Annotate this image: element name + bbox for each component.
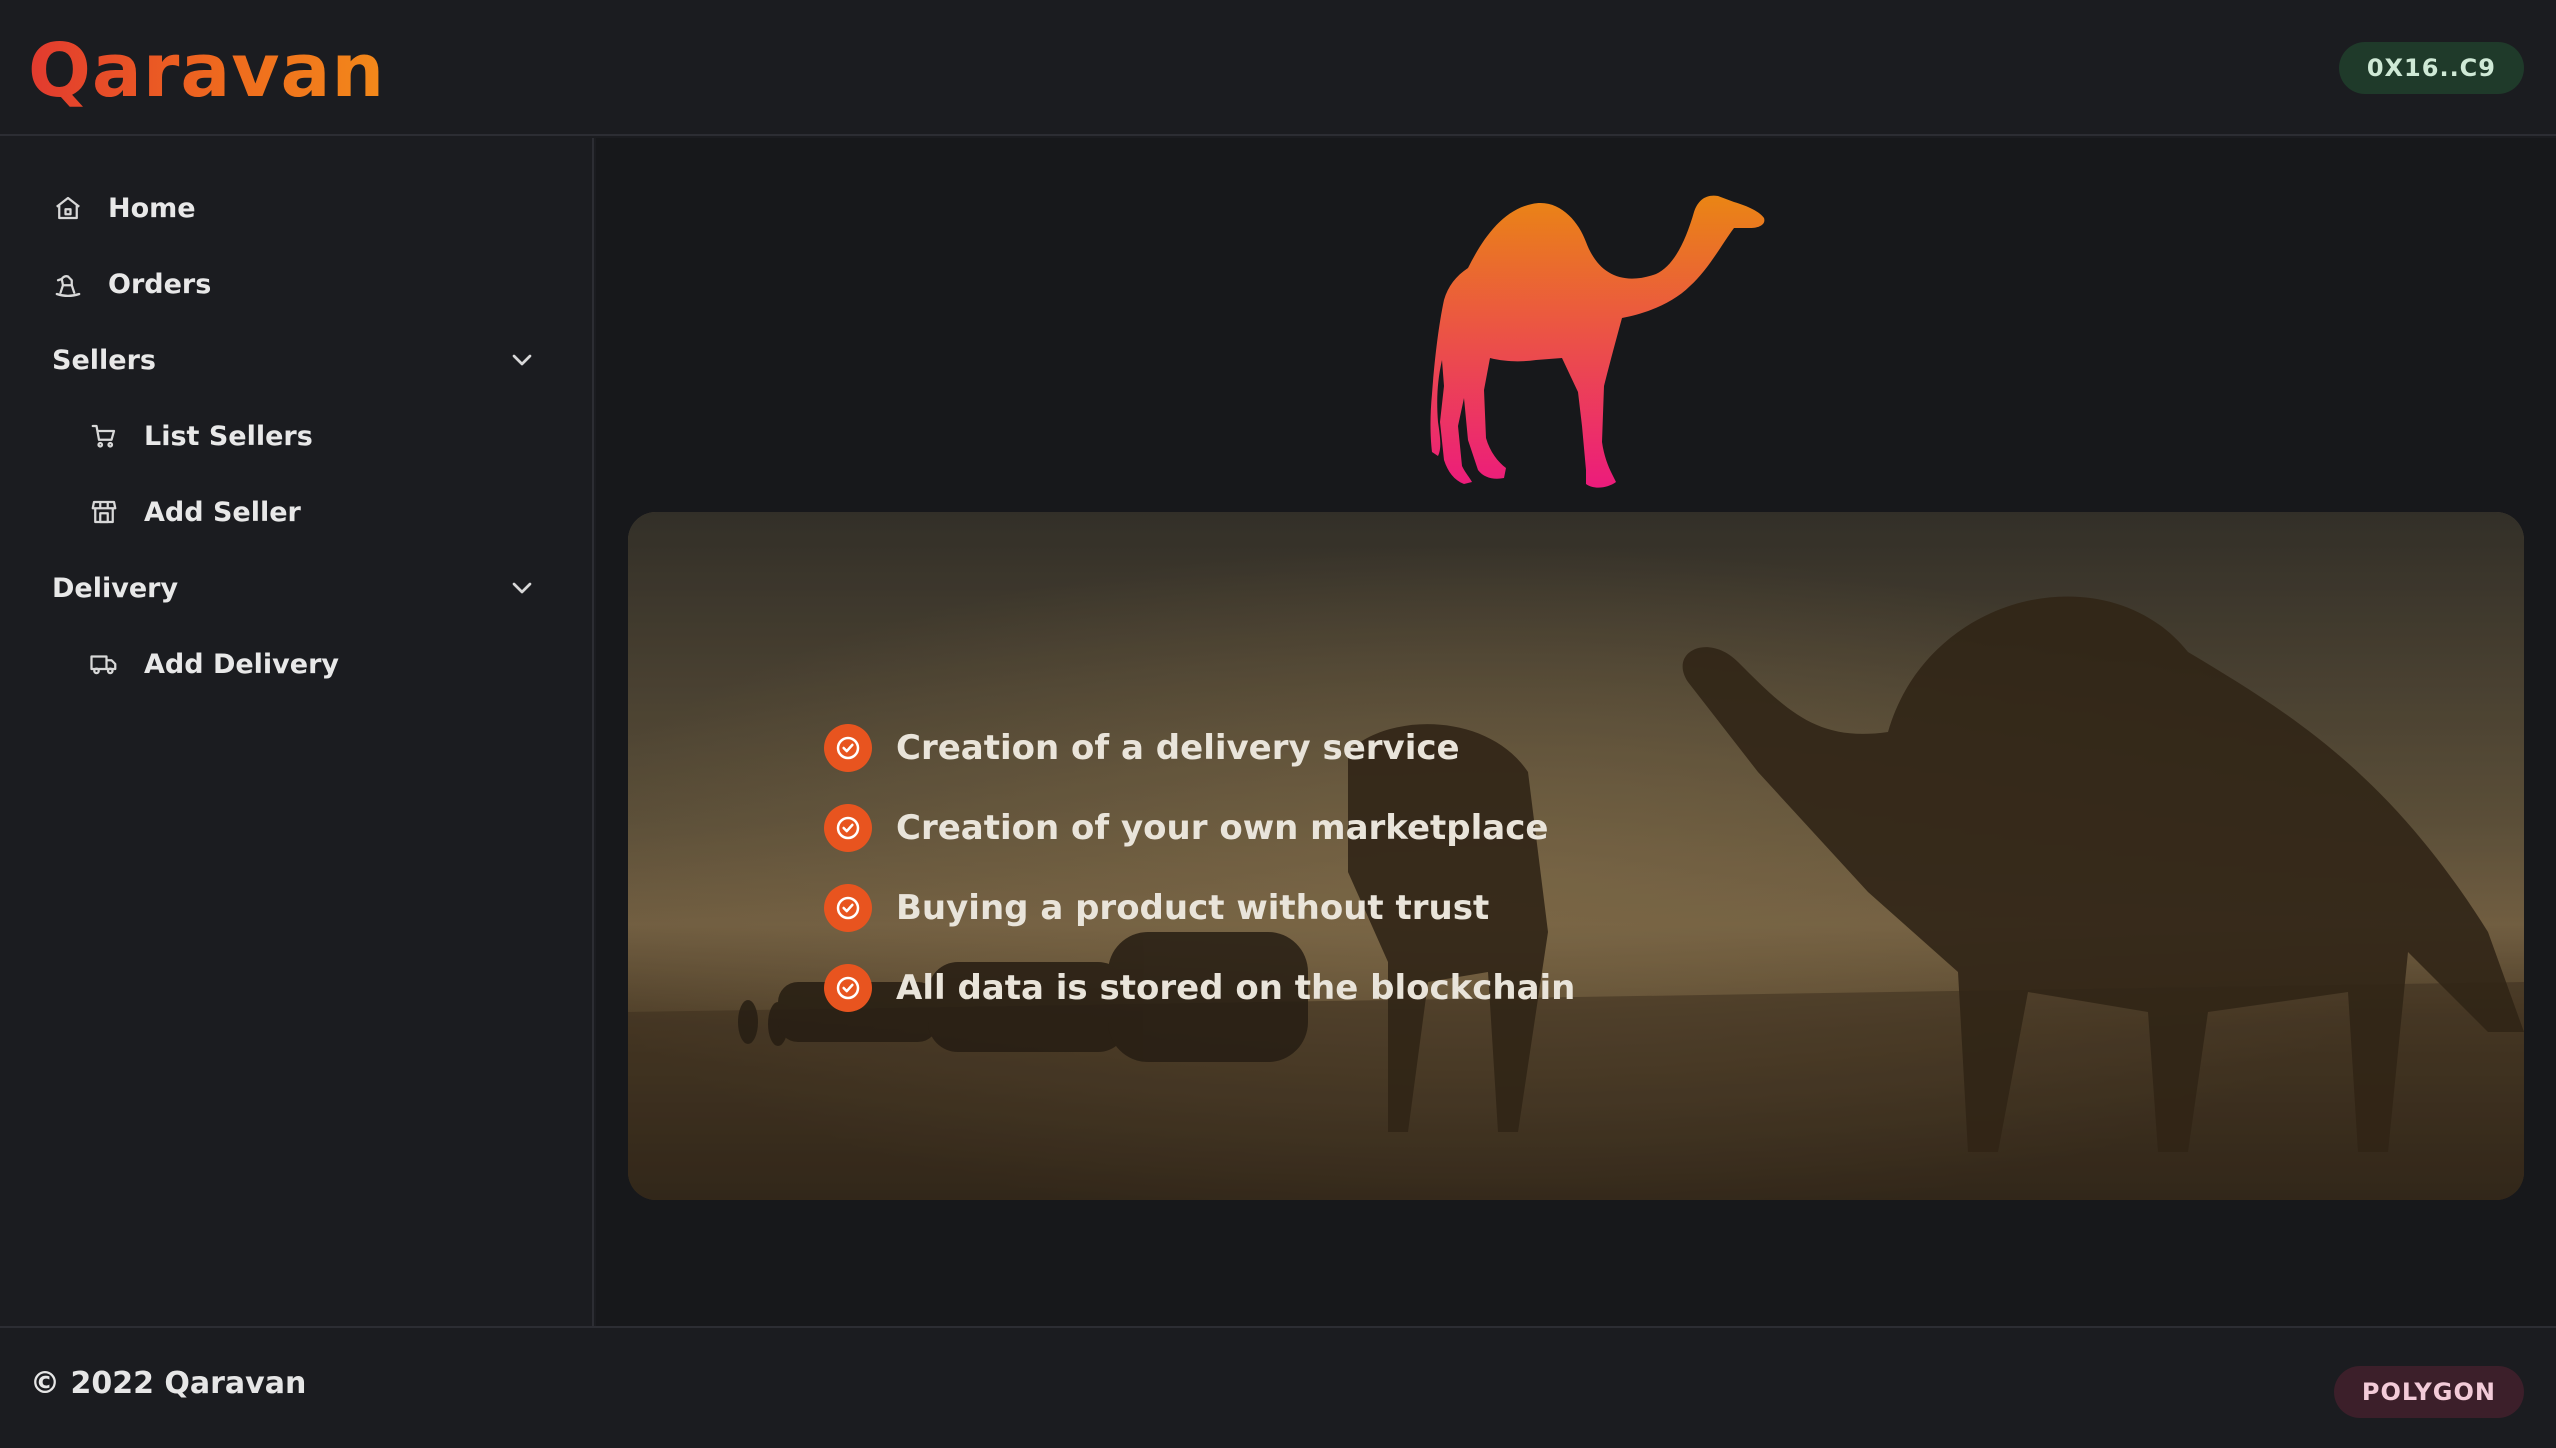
feature-text: Buying a product without trust <box>896 888 1490 928</box>
sidebar-section-sellers[interactable]: Sellers <box>0 328 594 392</box>
app-root: Qaravan 0X16..C9 Home Orders Sellers Lis… <box>0 0 2556 1448</box>
sidebar-item-label: List Sellers <box>144 420 313 452</box>
sidebar: Home Orders Sellers List Sellers Add Sel… <box>0 138 594 1326</box>
feature-item: Creation of a delivery service <box>824 708 1575 788</box>
sidebar-item-add-seller[interactable]: Add Seller <box>0 480 594 544</box>
hero-banner: Creation of a delivery service Creation … <box>628 512 2524 1200</box>
feature-item: Buying a product without trust <box>824 868 1575 948</box>
feature-text: All data is stored on the blockchain <box>896 968 1576 1008</box>
check-circle-icon <box>824 964 872 1012</box>
feature-text: Creation of your own marketplace <box>896 808 1549 848</box>
camel-icon <box>1430 195 1765 488</box>
store-icon <box>88 496 120 528</box>
top-header: Qaravan 0X16..C9 <box>0 0 2556 136</box>
copyright-text: © 2022 Qaravan <box>30 1366 307 1401</box>
cart-icon <box>88 420 120 452</box>
app-logo[interactable]: Qaravan <box>28 26 385 116</box>
sidebar-section-delivery[interactable]: Delivery <box>0 556 594 620</box>
sidebar-item-label: Home <box>108 192 196 224</box>
feature-item: All data is stored on the blockchain <box>824 948 1575 1028</box>
truck-icon <box>88 648 120 680</box>
network-badge[interactable]: POLYGON <box>2333 1366 2524 1418</box>
main-content: Creation of a delivery service Creation … <box>596 138 2556 1326</box>
check-circle-icon <box>824 804 872 852</box>
feature-item: Creation of your own marketplace <box>824 788 1575 868</box>
wallet-address-badge[interactable]: 0X16..C9 <box>2338 42 2524 94</box>
sidebar-item-label: Add Delivery <box>144 648 340 680</box>
sidebar-item-home[interactable]: Home <box>0 176 594 240</box>
sidebar-section-label: Delivery <box>52 572 179 604</box>
sidebar-item-label: Orders <box>108 268 212 300</box>
chevron-down-icon <box>512 354 532 366</box>
chevron-down-icon <box>512 582 532 594</box>
sidebar-item-label: Add Seller <box>144 496 301 528</box>
footer: © 2022 Qaravan POLYGON <box>0 1326 2556 1448</box>
sidebar-item-add-delivery[interactable]: Add Delivery <box>0 632 594 696</box>
feature-list: Creation of a delivery service Creation … <box>824 708 1575 1028</box>
check-circle-icon <box>824 724 872 772</box>
sidebar-section-label: Sellers <box>52 344 156 376</box>
rocking-horse-icon <box>52 268 84 300</box>
sidebar-item-list-sellers[interactable]: List Sellers <box>0 404 594 468</box>
home-icon <box>52 192 84 224</box>
check-circle-icon <box>824 884 872 932</box>
feature-text: Creation of a delivery service <box>896 728 1460 768</box>
sidebar-item-orders[interactable]: Orders <box>0 252 594 316</box>
